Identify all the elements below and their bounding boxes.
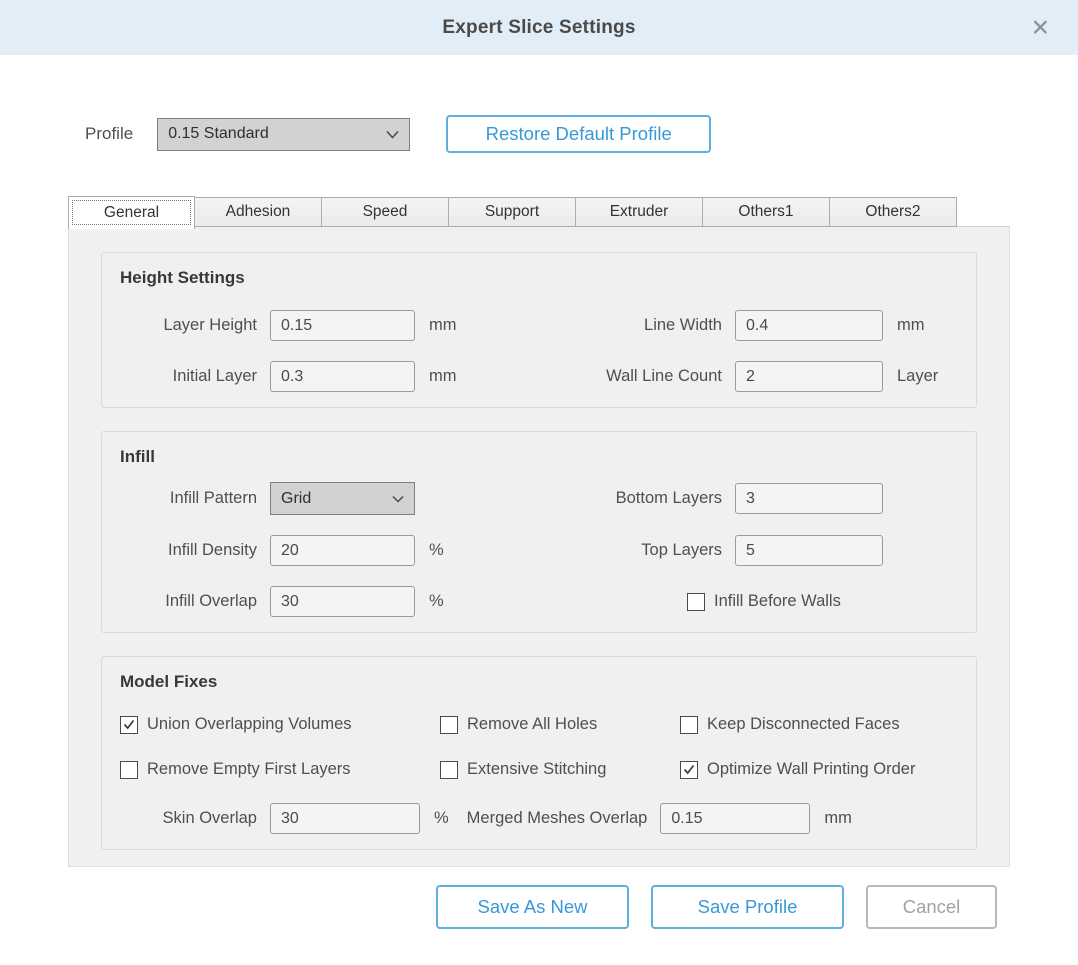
layer-height-label: Layer Height: [163, 316, 257, 334]
extensive-stitching-checkbox[interactable]: Extensive Stitching: [440, 760, 680, 779]
infill-density-input[interactable]: [270, 535, 415, 566]
checkbox-box[interactable]: [440, 760, 458, 779]
checkbox-box[interactable]: [120, 715, 138, 734]
checkmark-icon: [683, 764, 695, 775]
infill-overlap-input[interactable]: [270, 586, 415, 617]
tab-adhesion[interactable]: Adhesion: [195, 197, 322, 227]
tab-general[interactable]: General: [68, 196, 195, 229]
merged-meshes-overlap-unit: mm: [824, 809, 852, 827]
dialog-title: Expert Slice Settings: [442, 16, 636, 38]
bottom-layers-input[interactable]: [735, 483, 883, 514]
skin-overlap-input[interactable]: [270, 803, 420, 834]
height-settings-title: Height Settings: [120, 268, 245, 287]
profile-dropdown[interactable]: 0.15 Standard: [157, 117, 411, 151]
tab-support[interactable]: Support: [449, 197, 576, 227]
top-layers-label: Top Layers: [641, 541, 722, 559]
wall-line-count-label: Wall Line Count: [606, 367, 722, 385]
checkbox-box[interactable]: [680, 760, 698, 779]
initial-layer-unit: mm: [429, 367, 457, 385]
general-tab-panel: Height Settings Layer Height mm Line Wid…: [68, 226, 1010, 867]
layer-height-unit: mm: [429, 316, 457, 334]
profile-dropdown-value: 0.15 Standard: [168, 125, 269, 142]
dialog-titlebar: Expert Slice Settings ✕: [0, 0, 1078, 55]
skin-overlap-unit: %: [434, 809, 449, 827]
chevron-down-icon: [386, 130, 399, 139]
wall-line-count-input[interactable]: [735, 361, 883, 392]
merged-meshes-overlap-input[interactable]: [660, 803, 811, 834]
checkmark-icon: [123, 719, 135, 730]
save-profile-button[interactable]: Save Profile: [651, 885, 844, 929]
optimize-wall-printing-order-checkbox[interactable]: Optimize Wall Printing Order: [680, 760, 915, 779]
tab-speed[interactable]: Speed: [322, 197, 449, 227]
checkbox-box[interactable]: [440, 715, 458, 734]
infill-pattern-dropdown[interactable]: Grid: [270, 482, 415, 515]
settings-tab-control: General Adhesion Speed Support Extruder …: [68, 196, 1010, 867]
model-fixes-title: Model Fixes: [120, 672, 218, 691]
remove-empty-first-layers-checkbox[interactable]: Remove Empty First Layers: [120, 760, 440, 779]
tab-others1[interactable]: Others1: [703, 197, 830, 227]
infill-before-walls-label: Infill Before Walls: [714, 592, 841, 610]
checkbox-box[interactable]: [680, 715, 698, 734]
line-width-unit: mm: [897, 316, 925, 334]
infill-group: Infill Infill Pattern Grid Bottom Layers…: [101, 431, 977, 633]
tab-extruder[interactable]: Extruder: [576, 197, 703, 227]
cancel-button[interactable]: Cancel: [866, 885, 997, 929]
checkbox-box[interactable]: [120, 760, 138, 779]
footer-button-row: Save As New Save Profile Cancel: [0, 885, 1078, 929]
merged-meshes-overlap-label: Merged Meshes Overlap: [466, 809, 648, 827]
infill-density-label: Infill Density: [168, 541, 257, 559]
infill-title: Infill: [120, 447, 155, 466]
infill-density-unit: %: [429, 541, 444, 559]
tab-strip: General Adhesion Speed Support Extruder …: [68, 196, 1010, 229]
restore-default-profile-button[interactable]: Restore Default Profile: [446, 115, 712, 153]
tab-others2[interactable]: Others2: [830, 197, 957, 227]
infill-before-walls-checkbox[interactable]: Infill Before Walls: [687, 592, 841, 611]
infill-overlap-label: Infill Overlap: [165, 592, 257, 610]
bottom-layers-label: Bottom Layers: [615, 489, 722, 507]
chevron-down-icon: [392, 495, 404, 503]
infill-overlap-unit: %: [429, 592, 444, 610]
top-layers-input[interactable]: [735, 535, 883, 566]
line-width-input[interactable]: [735, 310, 883, 341]
line-width-label: Line Width: [644, 316, 722, 334]
initial-layer-label: Initial Layer: [172, 367, 257, 385]
infill-pattern-value: Grid: [281, 489, 312, 507]
save-as-new-button[interactable]: Save As New: [436, 885, 629, 929]
union-overlapping-volumes-checkbox[interactable]: Union Overlapping Volumes: [120, 715, 440, 734]
skin-overlap-label: Skin Overlap: [162, 809, 257, 827]
initial-layer-input[interactable]: [270, 361, 415, 392]
infill-pattern-label: Infill Pattern: [169, 489, 257, 507]
height-settings-group: Height Settings Layer Height mm Line Wid…: [101, 252, 977, 408]
keep-disconnected-faces-checkbox[interactable]: Keep Disconnected Faces: [680, 715, 900, 734]
remove-all-holes-checkbox[interactable]: Remove All Holes: [440, 715, 680, 734]
profile-label: Profile: [85, 124, 134, 143]
checkbox-box[interactable]: [687, 592, 705, 611]
close-icon[interactable]: ✕: [1031, 16, 1050, 39]
wall-line-count-unit: Layer: [897, 367, 939, 385]
model-fixes-group: Model Fixes Union Overlapping Volumes Re…: [101, 656, 977, 850]
layer-height-input[interactable]: [270, 310, 415, 341]
profile-row: Profile 0.15 Standard Restore Default Pr…: [85, 115, 1078, 153]
